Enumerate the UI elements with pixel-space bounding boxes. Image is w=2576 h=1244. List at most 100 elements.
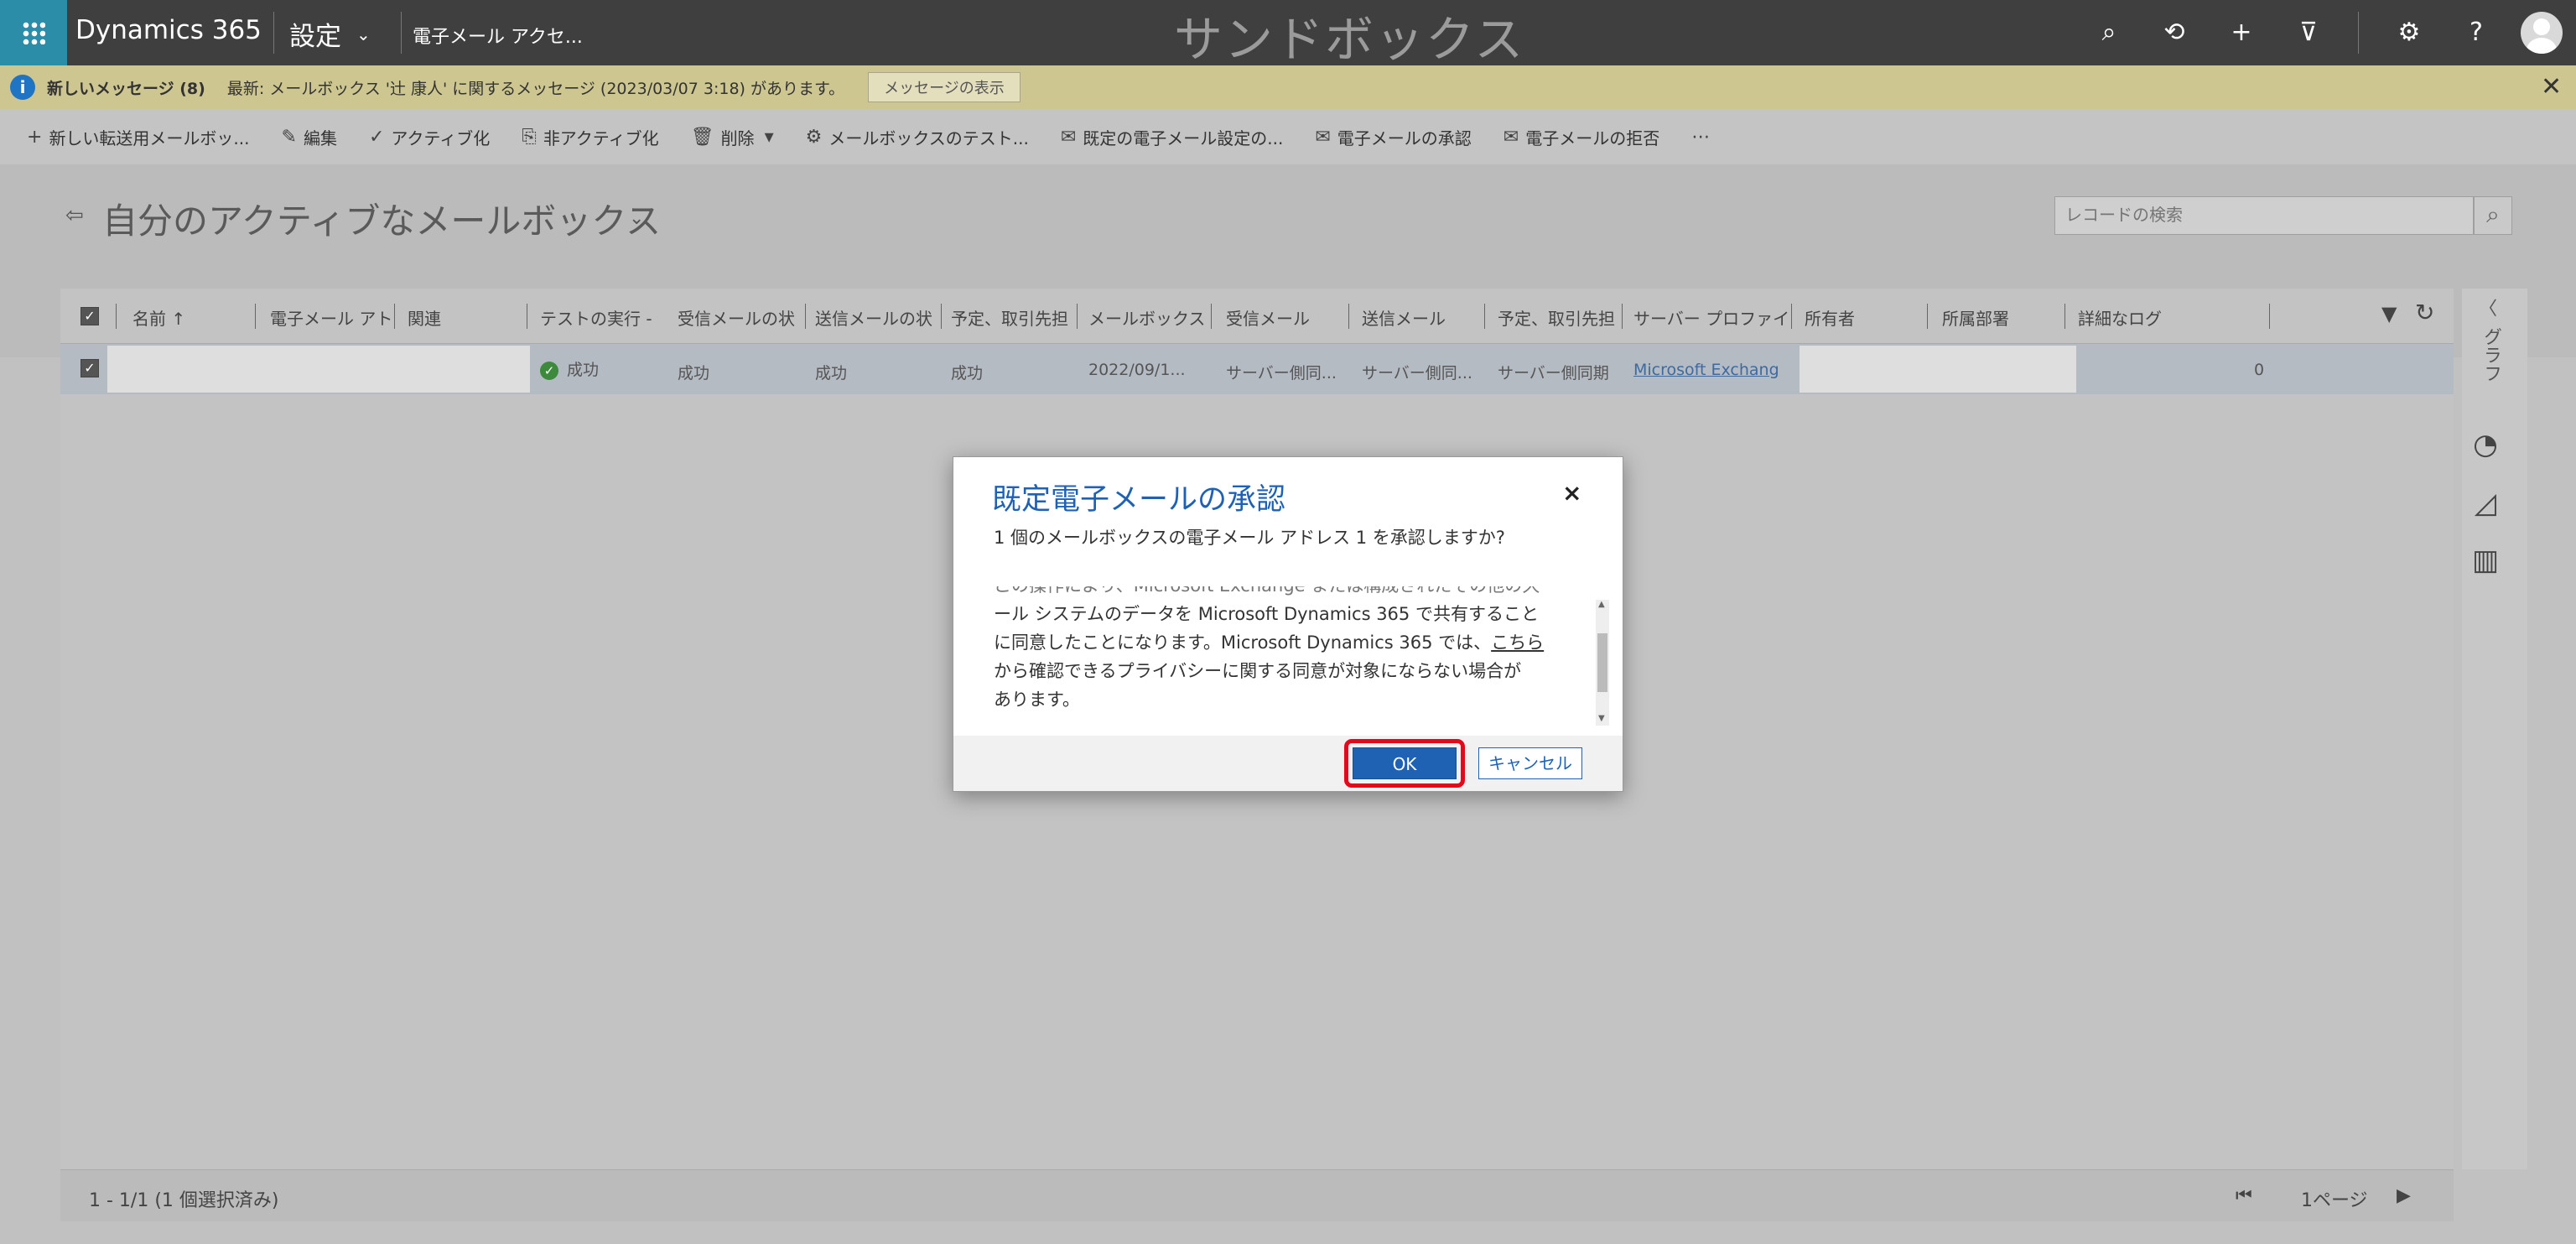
row-checkbox[interactable]: ✓ <box>80 359 99 377</box>
column-header-incoming-status[interactable]: 受信メールの状 <box>678 305 795 330</box>
deactivate-button[interactable]: ⎘ 非アクティブ化 <box>522 125 658 149</box>
chart-panel <box>2462 289 2527 1169</box>
pie-chart-icon[interactable]: ◔ <box>2467 426 2504 463</box>
server-profile-link[interactable]: Microsoft Exchang <box>1633 361 1779 379</box>
notification-bar: i 新しいメッセージ (8) 最新: メールボックス '辻 康人' に関するメッ… <box>0 65 2576 109</box>
refresh-icon[interactable]: ↻ <box>2415 299 2434 326</box>
dialog-scrollbar[interactable]: ▲ ▼ <box>1596 600 1609 726</box>
column-header-business-unit[interactable]: 所属部署 <box>1942 305 2009 330</box>
grid-footer: 1 - 1/1 (1 個選択済み) ⏮ 1ページ ▶ <box>60 1169 2454 1221</box>
scroll-up-icon[interactable]: ▲ <box>1598 600 1605 609</box>
cancel-button[interactable]: キャンセル <box>1478 747 1582 779</box>
column-header-test-run[interactable]: テストの実行 - <box>540 305 652 330</box>
area-chart-icon[interactable]: ◿ <box>2467 485 2504 522</box>
command-bar: + 新しい転送用メールボッ... ✎ 編集 ✓ アクティブ化 ⎘ 非アクティブ化 🗑 削除… <box>0 109 2576 164</box>
delete-dropdown-button[interactable]: ▾ <box>765 127 774 148</box>
select-all-checkbox[interactable]: ✓ <box>80 307 99 325</box>
back-arrow-icon[interactable]: ⇦ <box>65 203 84 228</box>
column-header-owner[interactable]: 所有者 <box>1805 305 1855 330</box>
outgoing-status-cell: 成功 <box>815 364 848 383</box>
approve-email-button[interactable]: ✉ 電子メールの承認 <box>1315 125 1471 149</box>
brand-name[interactable]: Dynamics 365 <box>75 15 262 45</box>
breadcrumb[interactable]: 電子メール アクセ... <box>413 22 583 49</box>
search-icon[interactable]: ⌕ <box>2474 196 2512 235</box>
close-icon[interactable]: ✕ <box>2541 72 2562 101</box>
column-header-email[interactable]: 電子メール アト <box>270 305 392 330</box>
column-header-outgoing-status[interactable]: 送信メールの状 <box>815 305 932 330</box>
page-label: 1ページ <box>2301 1190 2368 1211</box>
search-input[interactable] <box>2054 196 2474 235</box>
dialog-footer: OK キャンセル <box>953 736 1623 791</box>
reject-email-button[interactable]: ✉ 電子メールの拒否 <box>1504 125 1659 149</box>
column-header-server-profile[interactable]: サーバー プロファイ <box>1633 305 1789 330</box>
bar-chart-icon[interactable]: ▥ <box>2467 542 2504 579</box>
column-header-regarding[interactable]: 関連 <box>408 305 441 330</box>
command-label: アクティブ化 <box>391 128 491 148</box>
new-forward-mailbox-button[interactable]: + 新しい転送用メールボッ... <box>27 125 250 149</box>
ellipsis-icon: ⋯ <box>1691 126 1711 148</box>
filter-icon[interactable]: ⊽ <box>2294 18 2323 47</box>
column-header-verbose-log[interactable]: 詳細なログ <box>2078 305 2162 330</box>
edit-button[interactable]: ✎ 編集 <box>282 125 337 149</box>
view-title[interactable]: 自分のアクティブなメールボックス <box>102 193 661 244</box>
area-selector[interactable]: 設定 ⌄ <box>289 15 371 53</box>
app-launcher-button[interactable] <box>0 0 67 65</box>
dialog-body-line: この操作により、Microsoft Exchange または構成されたその他の久 <box>994 586 1581 600</box>
chevron-down-icon[interactable]: ⌄ <box>629 208 644 229</box>
column-header-name[interactable]: 名前 ↑ <box>132 305 185 330</box>
area-label: 設定 <box>289 22 341 52</box>
dialog-body: この操作により、Microsoft Exchange または構成されたその他の久… <box>994 586 1581 732</box>
column-header-outgoing[interactable]: 送信メール <box>1362 305 1446 330</box>
checkmark-icon: ✓ <box>368 126 385 148</box>
column-header-incoming[interactable]: 受信メール <box>1226 305 1310 330</box>
dialog-body-line: に同意したことになります。Microsoft Dynamics 365 では、こ… <box>994 628 1581 657</box>
dialog-title: 既定電子メールの承認 <box>992 483 1286 517</box>
first-page-button[interactable]: ⏮ <box>2236 1185 2252 1206</box>
chevron-left-icon[interactable]: 〈 <box>2479 294 2497 320</box>
appointments-cell: サーバー側同期 <box>1498 364 1609 383</box>
column-separator <box>1927 304 1928 329</box>
close-icon[interactable]: × <box>1562 479 1581 507</box>
plus-icon[interactable]: + <box>2227 18 2256 47</box>
scroll-down-icon[interactable]: ▼ <box>1598 714 1605 723</box>
apply-default-email-settings-button[interactable]: ✉ 既定の電子メール設定の... <box>1061 125 1284 149</box>
success-check-icon: ✓ <box>540 362 558 380</box>
waffle-icon <box>22 21 45 44</box>
filter-icon[interactable]: ▼ <box>2381 302 2397 325</box>
gear-icon[interactable]: ⚙ <box>2395 18 2423 47</box>
notification-title: 新しいメッセージ (8) <box>47 79 205 98</box>
trash-icon: 🗑 <box>690 126 714 148</box>
chevron-down-icon: ⌄ <box>356 23 371 44</box>
avatar[interactable] <box>2521 12 2563 54</box>
email-reject-icon: ✉ <box>1503 126 1519 148</box>
search-icon[interactable]: ⌕ <box>2095 18 2123 47</box>
privacy-link[interactable]: こちら <box>1491 632 1544 653</box>
table-row[interactable]: ✓ ✓ 成功 成功 成功 成功 2022/09/1... サーバー側同... サー… <box>60 344 2454 394</box>
view-messages-button[interactable]: メッセージの表示 <box>868 72 1021 102</box>
help-icon[interactable]: ? <box>2462 18 2490 47</box>
redacted-cell <box>107 346 530 393</box>
column-separator <box>2064 304 2065 329</box>
scrollbar-thumb[interactable] <box>1597 633 1607 692</box>
highlight-box <box>1344 739 1465 788</box>
column-separator <box>1348 304 1349 329</box>
info-icon: i <box>10 75 35 100</box>
activate-button[interactable]: ✓ アクティブ化 <box>369 125 490 149</box>
history-icon[interactable]: ⟲ <box>2160 18 2189 47</box>
dialog-body-line: あります。 <box>994 690 1080 710</box>
mailbox-date-cell: 2022/09/1... <box>1088 361 1186 379</box>
more-commands-button[interactable]: ⋯ <box>1691 127 1710 148</box>
delete-button[interactable]: 🗑 削除 <box>691 125 755 149</box>
test-mailbox-button[interactable]: ⚙ メールボックスのテスト... <box>806 125 1029 149</box>
column-header-appointments-status[interactable]: 予定、取引先担 <box>951 305 1068 330</box>
email-settings-icon: ✉ <box>1060 126 1077 148</box>
column-header-appointments[interactable]: 予定、取引先担 <box>1498 305 1615 330</box>
nav-separator <box>273 12 274 54</box>
chart-panel-label[interactable]: グラフ <box>2479 327 2504 383</box>
nav-separator <box>401 12 402 54</box>
column-header-mailbox[interactable]: メールボックス <box>1088 305 1205 330</box>
command-label: 既定の電子メール設定の... <box>1083 128 1284 148</box>
approve-email-dialog: 既定電子メールの承認 × 1 個のメールボックスの電子メール アドレス 1 を承… <box>953 456 1623 792</box>
next-page-button[interactable]: ▶ <box>2397 1185 2411 1206</box>
column-separator <box>1622 304 1623 329</box>
